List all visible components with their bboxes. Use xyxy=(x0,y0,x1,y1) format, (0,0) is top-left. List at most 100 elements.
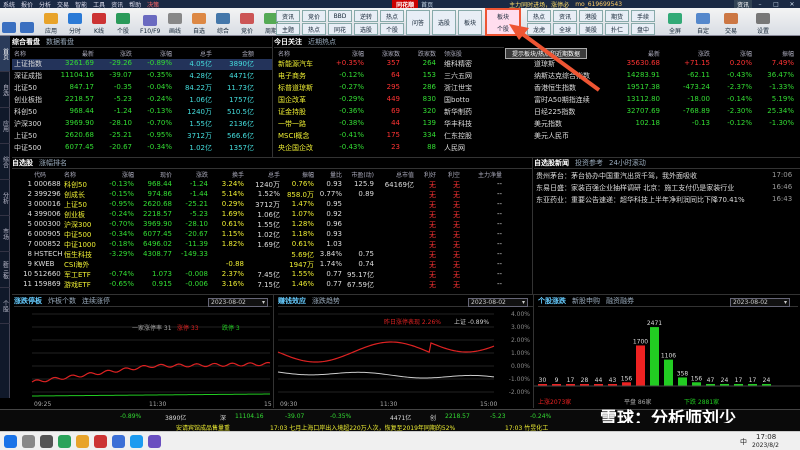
ths-app-icon[interactable] xyxy=(94,435,107,448)
wechat-icon[interactable] xyxy=(58,435,71,448)
side-tab-apps[interactable]: 应用 xyxy=(0,108,10,144)
stock-row[interactable]: 10 512660 军工ETF -0.74% 1.073 -0.008 2.37% 7.45亿… xyxy=(12,270,532,280)
toolbar-forward-button[interactable] xyxy=(20,9,34,35)
tab-ipo[interactable]: 新股申购 xyxy=(572,296,600,306)
toolbar-btn-intraday[interactable]: 盘中 xyxy=(631,23,655,35)
stock-col-pct[interactable]: 涨幅 xyxy=(98,170,134,179)
chart2-date-select[interactable]: 2023-08-02 ▾ xyxy=(468,298,528,307)
global-row[interactable]: 富时A50期指连续 13112.80 -18.00 -0.14% 5.19% xyxy=(530,95,800,106)
clock-time[interactable]: 17:08 xyxy=(756,433,776,441)
taskview-icon[interactable] xyxy=(40,435,53,448)
stock-col-good[interactable]: 利好 xyxy=(414,170,436,179)
stock-row[interactable]: 9 KWEB CSI海外 -0.88 1947万 1.74% 0.74 无 无 -- xyxy=(12,260,532,270)
toolbar-btn-reverse[interactable]: 逆转 xyxy=(354,10,378,22)
toolbar-btn-news[interactable]: 资讯 xyxy=(276,10,300,22)
browser-icon[interactable] xyxy=(112,435,125,448)
global-col-change[interactable]: 涨跌 xyxy=(660,49,710,58)
stock-col-change[interactable]: 涨跌 xyxy=(172,170,208,179)
stock-col-code[interactable]: 代码 xyxy=(34,170,64,179)
hot-row[interactable]: 一带一路 -0.38% 44 139 华丰科技 xyxy=(274,119,504,130)
col-name[interactable]: 名称 xyxy=(14,49,54,58)
toolbar-back-button[interactable] xyxy=(2,9,16,35)
col-latest[interactable]: 最新 xyxy=(54,49,94,58)
toolbar-draw[interactable]: 画线 xyxy=(168,9,182,35)
tab-overview[interactable]: 综合看盘 xyxy=(12,37,40,47)
close-icon[interactable]: ✕ xyxy=(784,1,800,8)
chart1-date-select[interactable]: 2023-08-02 ▾ xyxy=(208,298,268,307)
toolbar-overview[interactable]: 综合 xyxy=(216,9,230,35)
hot-row[interactable]: 证金持股 -0.36% 69 320 新华制药 xyxy=(274,107,504,118)
hot-col-down[interactable]: 跌家数 xyxy=(402,49,436,58)
stock-row[interactable]: 2 399296 创成长 -0.15% 974.86 -1.44 5.14% 1.52% 858… xyxy=(12,190,532,200)
hot-col-up[interactable]: 涨家数 xyxy=(366,49,400,58)
folder-icon[interactable] xyxy=(76,435,89,448)
stock-col-volratio[interactable]: 量比 xyxy=(314,170,342,179)
stock-col-volume[interactable]: 总手 xyxy=(244,170,280,179)
tab-24h[interactable]: 24小时滚动 xyxy=(609,158,646,168)
toolbar-stock[interactable]: 个股 xyxy=(116,9,130,35)
toolbar-btn-auction[interactable]: 竞价 xyxy=(302,10,326,22)
chart3-date-select[interactable]: 2023-08-02 ▾ xyxy=(730,298,790,307)
stock-row[interactable]: 11 159869 游戏ETF -0.65% 0.915 -0.006 3.16% 7.15亿… xyxy=(12,280,532,290)
index-row[interactable]: 北证50 847.17 -0.35 -0.04% 84.22万 11.73亿 xyxy=(12,83,272,94)
maximize-icon[interactable]: □ xyxy=(768,1,784,8)
stock-col-bad[interactable]: 利空 xyxy=(438,170,460,179)
edge-icon[interactable] xyxy=(130,435,143,448)
tab-data-overview[interactable]: 数据看盘 xyxy=(46,37,74,47)
toolbar-custom[interactable]: 自定 xyxy=(696,9,710,35)
side-tab-overview[interactable]: 综合 xyxy=(0,144,10,180)
global-col-pct[interactable]: 涨幅 xyxy=(710,49,752,58)
toolbar-f10[interactable]: F10/F9 xyxy=(140,9,160,35)
toolbar-fullscreen[interactable]: 全屏 xyxy=(668,9,682,35)
tab-trend[interactable]: 涨跌趋势 xyxy=(312,296,340,306)
col-amount[interactable]: 金额 xyxy=(212,49,254,58)
toolbar-btn-bbd[interactable]: BBD xyxy=(328,10,352,22)
toolbar-btn-fee[interactable]: 手续 xyxy=(631,10,655,22)
hot-col-pct[interactable]: 涨幅 xyxy=(330,49,364,58)
news-item[interactable]: 东易日盛：家装百强企业抽样调研 北京：施工支付仍是家装行业 16:46 xyxy=(534,183,800,194)
side-tab-neeq[interactable]: 新三板 xyxy=(0,252,10,288)
stock-row[interactable]: 3 000016 上证50 -0.95% 2620.68 -25.21 0.29% 3712万… xyxy=(12,200,532,210)
stock-col-mainflow[interactable]: 主力净量 xyxy=(462,170,502,179)
toolbar-btn-select[interactable]: 选股 xyxy=(354,23,378,35)
toolbar-btn-qa[interactable]: 问答 xyxy=(406,10,430,35)
username[interactable]: mo_619699543 xyxy=(572,1,625,8)
toolbar-timeshare[interactable]: 分时 xyxy=(68,9,82,35)
toolbar-watchlist[interactable]: 自选 xyxy=(192,9,206,35)
tab-consecutive[interactable]: 连续涨停 xyxy=(82,296,110,306)
toolbar-auction[interactable]: 竞价 xyxy=(240,9,254,35)
toolbar-btn-plate[interactable]: 板块 xyxy=(458,10,482,35)
hot-row[interactable]: 新能源汽车 +0.35% 357 264 维科精密 xyxy=(274,59,504,70)
hot-row[interactable]: 电子商务 -0.12% 64 153 三六五网 xyxy=(274,71,504,82)
stock-col-price[interactable]: 现价 xyxy=(134,170,172,179)
news-item[interactable]: 东亚药业：重要公告速递：超华科技上半年净利润同比下降70.41% 16:43 xyxy=(534,195,800,206)
minimize-icon[interactable]: – xyxy=(752,1,768,8)
hot-row[interactable]: 国企改革 -0.29% 449 830 国botto xyxy=(274,95,504,106)
toolbar-trade[interactable]: 交易 xyxy=(724,9,738,35)
index-row[interactable]: 沪深300 3969.90 -28.10 -0.70% 1.55亿 2136亿 xyxy=(12,119,272,130)
col-change[interactable]: 涨跌 xyxy=(94,49,132,58)
index-row[interactable]: 中证500 6077.45 -20.67 -0.34% 1.02亿 1357亿 xyxy=(12,143,272,154)
side-tab-stock[interactable]: 个股 xyxy=(0,288,10,324)
news-item[interactable]: 贵州茅台：茅台协办中国重汽出货千驾，我外面吸收 17:06 xyxy=(534,171,800,182)
side-tab-market[interactable]: 市场 xyxy=(0,216,10,252)
index-row[interactable]: 深证成指 11104.16 -39.07 -0.35% 4.28亿 4471亿 xyxy=(12,71,272,82)
stock-row[interactable]: 7 000852 中证1000 -0.18% 6496.02 -11.39 1.82% 1.6… xyxy=(12,240,532,250)
side-tab-watchlist[interactable]: 自选 xyxy=(0,72,10,108)
stock-row[interactable]: 8 HSTECH 恒生科技 -3.29% 4308.77 -149.33 5.69亿 3.84… xyxy=(12,250,532,260)
stock-col-amp[interactable]: 振幅 xyxy=(280,170,314,179)
tab-broken-board[interactable]: 炸板个数 xyxy=(48,296,76,306)
side-tab-analysis[interactable]: 分析 xyxy=(0,180,10,216)
stock-row[interactable]: 5 000300 沪深300 -0.70% 3969.90 -28.10 0.61% 1.55… xyxy=(12,220,532,230)
windows-start-icon[interactable] xyxy=(4,435,17,448)
side-tab-home[interactable]: 首页 xyxy=(0,36,10,72)
clock-date[interactable]: 2023/8/2 xyxy=(752,442,779,449)
global-col-latest[interactable]: 最新 xyxy=(600,49,660,58)
tab-watchlist[interactable]: 自选股 xyxy=(12,158,33,168)
global-col-amp[interactable]: 振幅 xyxy=(752,49,794,58)
stock-col-name[interactable]: 名称 xyxy=(64,170,98,179)
toolbar-btn-select2[interactable]: 选股 xyxy=(432,10,456,35)
toolbar-settings[interactable]: 设置 xyxy=(756,9,770,35)
stock-row[interactable]: 1 000688 科创50 -0.13% 968.44 -1.24 3.24% 1240万 0.… xyxy=(12,180,532,190)
index-row[interactable]: 科创50 968.44 -1.24 -0.13% 1240万 510.5亿 xyxy=(12,107,272,118)
